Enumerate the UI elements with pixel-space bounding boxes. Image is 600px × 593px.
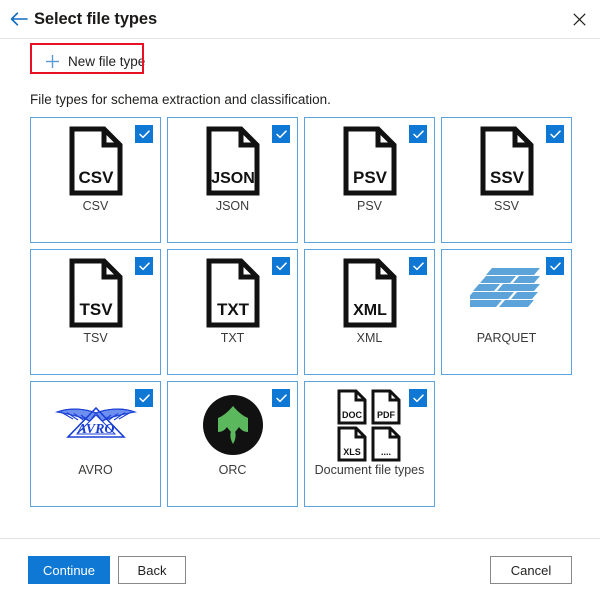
- card-label-avro: AVRO: [78, 463, 113, 477]
- new-file-type-button[interactable]: New file type: [36, 46, 156, 76]
- svg-text:CSV: CSV: [78, 168, 114, 187]
- checkbox-tsv[interactable]: [135, 257, 153, 275]
- svg-text:DOC: DOC: [342, 410, 363, 420]
- page-title: Select file types: [34, 9, 158, 28]
- file-document-icon-tsv: TSV: [68, 254, 124, 332]
- card-label-document: Document file types: [314, 463, 425, 477]
- file-document-icon-csv: CSV: [68, 122, 124, 200]
- close-icon[interactable]: [564, 4, 594, 34]
- svg-text:PDF: PDF: [377, 410, 396, 420]
- card-label-ssv: SSV: [493, 199, 519, 213]
- multi-document-icon: DOC PDF XLS ....: [334, 386, 406, 464]
- checkbox-xml[interactable]: [409, 257, 427, 275]
- plus-icon: [42, 51, 62, 71]
- file-type-card-txt[interactable]: TXT TXT: [167, 249, 298, 375]
- checkbox-document[interactable]: [409, 389, 427, 407]
- checkbox-txt[interactable]: [272, 257, 290, 275]
- svg-text:JSON: JSON: [211, 170, 255, 187]
- checkbox-avro[interactable]: [135, 389, 153, 407]
- description-text: File types for schema extraction and cla…: [30, 92, 331, 107]
- svg-text:TXT: TXT: [216, 300, 249, 319]
- dialog-footer: Continue Back Cancel: [0, 539, 600, 593]
- file-type-card-avro[interactable]: AVRO AVRO: [30, 381, 161, 507]
- back-button[interactable]: Back: [118, 556, 186, 584]
- card-label-xml: XML: [356, 331, 383, 345]
- file-type-card-orc[interactable]: ORC: [167, 381, 298, 507]
- file-type-card-parquet[interactable]: PARQUET: [441, 249, 572, 375]
- card-label-txt: TXT: [220, 331, 245, 345]
- checkbox-orc[interactable]: [272, 389, 290, 407]
- file-type-grid: CSV CSV JSON JSON PSV PSV SSV SSV TSV TS…: [30, 117, 575, 513]
- svg-text:XML: XML: [353, 302, 387, 319]
- card-label-orc: ORC: [218, 463, 247, 477]
- dialog-header: Select file types: [0, 0, 600, 38]
- command-bar: New file type: [0, 38, 600, 76]
- file-type-card-document[interactable]: DOC PDF XLS .... Document file types: [304, 381, 435, 507]
- back-arrow-icon[interactable]: [6, 6, 32, 32]
- file-type-card-tsv[interactable]: TSV TSV: [30, 249, 161, 375]
- file-document-icon-xml: XML: [342, 254, 398, 332]
- checkbox-psv[interactable]: [409, 125, 427, 143]
- checkbox-parquet[interactable]: [546, 257, 564, 275]
- command-bar-divider: [0, 38, 600, 39]
- cancel-button[interactable]: Cancel: [490, 556, 572, 584]
- parquet-logo-icon: [469, 254, 544, 332]
- svg-text:....: ....: [380, 447, 390, 457]
- file-type-card-psv[interactable]: PSV PSV: [304, 117, 435, 243]
- file-document-icon-json: JSON: [205, 122, 261, 200]
- svg-text:XLS: XLS: [343, 447, 361, 457]
- file-document-icon-ssv: SSV: [479, 122, 535, 200]
- new-file-type-label: New file type: [68, 53, 146, 69]
- file-type-card-xml[interactable]: XML XML: [304, 249, 435, 375]
- checkbox-ssv[interactable]: [546, 125, 564, 143]
- file-document-icon-txt: TXT: [205, 254, 261, 332]
- file-document-icon-psv: PSV: [342, 122, 398, 200]
- svg-text:TSV: TSV: [79, 300, 113, 319]
- svg-text:SSV: SSV: [489, 168, 524, 187]
- svg-text:PSV: PSV: [352, 168, 387, 187]
- card-label-json: JSON: [215, 199, 250, 213]
- card-label-parquet: PARQUET: [476, 331, 537, 345]
- file-type-card-json[interactable]: JSON JSON: [167, 117, 298, 243]
- card-label-csv: CSV: [82, 199, 109, 213]
- card-label-tsv: TSV: [83, 331, 108, 345]
- avro-logo-icon: AVRO: [53, 386, 139, 464]
- checkbox-csv[interactable]: [135, 125, 153, 143]
- orc-logo-icon: [202, 386, 264, 464]
- file-type-card-ssv[interactable]: SSV SSV: [441, 117, 572, 243]
- checkbox-json[interactable]: [272, 125, 290, 143]
- continue-button[interactable]: Continue: [28, 556, 110, 584]
- svg-text:AVRO: AVRO: [76, 422, 114, 437]
- card-label-psv: PSV: [356, 199, 382, 213]
- file-type-card-csv[interactable]: CSV CSV: [30, 117, 161, 243]
